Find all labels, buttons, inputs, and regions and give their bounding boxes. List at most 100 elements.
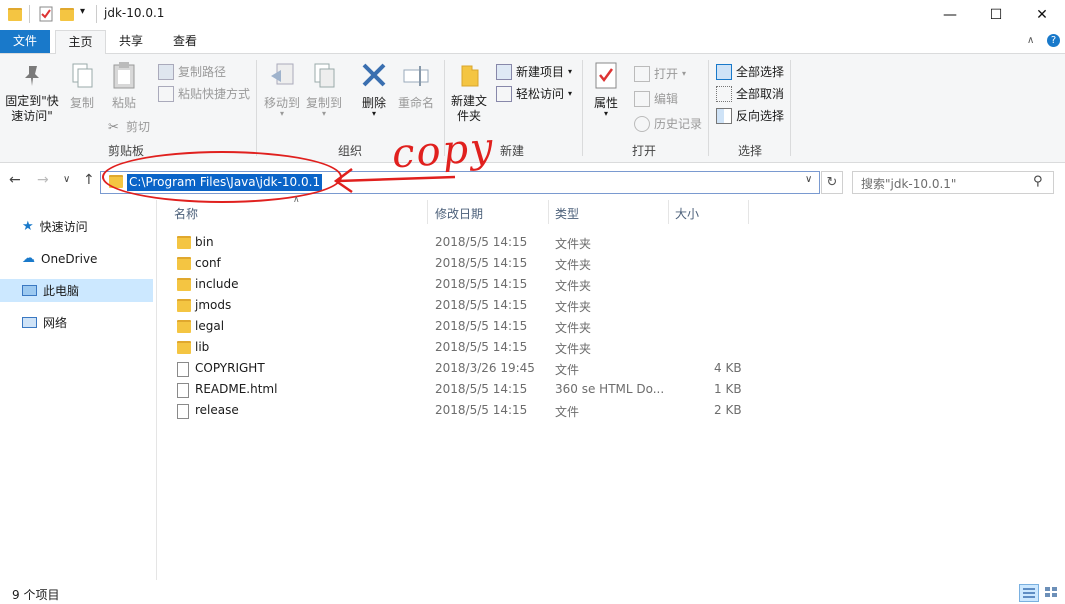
large-icons-view-icon[interactable] [1042, 584, 1060, 600]
table-row[interactable]: COPYRIGHT 2018/3/26 19:45 文件 4 KB [168, 358, 748, 379]
column-type-header[interactable]: 类型 [555, 205, 579, 222]
refresh-icon[interactable]: ↻ [821, 171, 843, 194]
edit-button[interactable]: 编辑 [634, 90, 678, 107]
cut-button[interactable]: ✂ 剪切 [108, 118, 150, 135]
copy-path-icon [158, 63, 174, 80]
edit-icon [634, 90, 650, 107]
column-divider[interactable] [668, 200, 669, 224]
paste-button[interactable]: 粘贴 [104, 54, 144, 111]
column-divider[interactable] [427, 200, 428, 224]
paste-shortcut-button[interactable]: 粘贴快捷方式 [158, 85, 250, 102]
rename-button[interactable]: 重命名 [396, 54, 436, 111]
properties-icon [591, 60, 621, 90]
copy-to-button[interactable]: 复制到 ▾ [304, 54, 344, 118]
ribbon-tabs: 文件 主页 共享 查看 ∧ ? [0, 30, 1065, 54]
up-arrow-icon[interactable]: ↑ [83, 172, 95, 188]
nav-item-onedrive[interactable]: ☁ OneDrive [0, 247, 153, 270]
open-icon [634, 65, 650, 82]
new-item-button[interactable]: 新建项目 ▾ [496, 63, 572, 80]
help-icon[interactable]: ? [1047, 34, 1060, 47]
window-title: jdk-10.0.1 [104, 6, 165, 20]
properties-button[interactable]: 属性 ▾ [588, 54, 624, 118]
tab-view[interactable]: 查看 [162, 30, 208, 53]
list-header: 名称 修改日期 类型 大小 [168, 200, 768, 224]
copy-path-button[interactable]: 复制路径 [158, 63, 226, 80]
nav-item-quick-access[interactable]: ★ 快速访问 [0, 215, 153, 238]
copy-to-icon [309, 60, 339, 90]
copy-button[interactable]: 复制 [64, 54, 100, 111]
scissors-icon: ✂ [108, 119, 119, 135]
recent-locations-dropdown-icon[interactable]: ∨ [63, 174, 70, 185]
nav-item-network[interactable]: 网络 [0, 311, 153, 334]
easy-access-button[interactable]: 轻松访问 ▾ [496, 85, 572, 102]
divider [96, 5, 97, 23]
new-item-icon [496, 63, 512, 80]
tab-file[interactable]: 文件 [0, 30, 50, 53]
organize-group-label: 组织 [338, 144, 363, 158]
folder-icon [177, 257, 191, 270]
table-row[interactable]: bin 2018/5/5 14:15 文件夹 [168, 232, 748, 253]
copy-icon [67, 60, 97, 90]
star-icon: ★ [22, 219, 34, 234]
folder-icon [177, 278, 191, 291]
pin-quick-access-button[interactable]: 固定到"快速访问" [2, 54, 62, 124]
new-folder-quick-icon[interactable] [60, 6, 76, 22]
close-button[interactable]: ✕ [1019, 0, 1065, 30]
invert-selection-button[interactable]: 反向选择 [716, 107, 784, 124]
column-size-header[interactable]: 大小 [675, 205, 699, 222]
status-item-count: 9 个项目 [12, 588, 60, 602]
quick-access-dropdown-icon[interactable]: ▾ [80, 6, 85, 17]
pin-icon [17, 60, 47, 90]
column-date-header[interactable]: 修改日期 [435, 205, 483, 222]
move-to-button[interactable]: 移动到 ▾ [262, 54, 302, 118]
annotation-ellipse [102, 151, 342, 203]
invert-selection-icon [716, 107, 732, 124]
table-row[interactable]: lib 2018/5/5 14:15 文件夹 [168, 337, 748, 358]
properties-quick-icon[interactable] [38, 6, 54, 22]
paste-icon [109, 60, 139, 90]
search-input[interactable]: 搜索"jdk-10.0.1" ⚲ [852, 171, 1054, 194]
open-group-label: 打开 [632, 144, 657, 158]
back-arrow-icon[interactable]: ← [9, 172, 21, 188]
delete-x-icon [359, 60, 389, 90]
column-divider[interactable] [748, 200, 749, 224]
folder-icon [177, 320, 191, 333]
select-none-button[interactable]: 全部取消 [716, 85, 784, 102]
minimize-button[interactable]: — [927, 0, 973, 30]
table-row[interactable]: include 2018/5/5 14:15 文件夹 [168, 274, 748, 295]
search-icon[interactable]: ⚲ [1033, 174, 1043, 189]
forward-arrow-icon[interactable]: → [37, 172, 49, 188]
history-button[interactable]: 历史记录 [634, 115, 702, 132]
paste-shortcut-icon [158, 85, 174, 102]
nav-item-this-pc[interactable]: 此电脑 [0, 279, 153, 302]
table-row[interactable]: legal 2018/5/5 14:15 文件夹 [168, 316, 748, 337]
cloud-icon: ☁ [22, 251, 35, 266]
new-group-label: 新建 [500, 144, 525, 158]
select-all-button[interactable]: 全部选择 [716, 63, 784, 80]
tab-share[interactable]: 共享 [108, 30, 154, 53]
column-name-header[interactable]: 名称 [174, 205, 198, 222]
column-divider[interactable] [548, 200, 549, 224]
table-row[interactable]: conf 2018/5/5 14:15 文件夹 [168, 253, 748, 274]
easy-access-icon [496, 85, 512, 102]
divider [256, 60, 257, 156]
maximize-button[interactable]: ☐ [973, 0, 1019, 30]
annotation-text: copy [390, 124, 497, 178]
details-view-icon[interactable] [1019, 584, 1039, 602]
new-folder-icon [454, 60, 484, 90]
delete-button[interactable]: 删除 ▾ [356, 54, 392, 118]
folder-icon [177, 341, 191, 354]
folder-icon [177, 299, 191, 312]
chevron-up-icon[interactable]: ∧ [1027, 35, 1034, 46]
divider [582, 60, 583, 156]
table-row[interactable]: jmods 2018/5/5 14:15 文件夹 [168, 295, 748, 316]
folder-icon [8, 6, 24, 22]
open-button[interactable]: 打开 ▾ [634, 65, 686, 82]
divider [29, 5, 30, 23]
chevron-down-icon[interactable]: ∨ [805, 174, 812, 185]
select-all-icon [716, 63, 732, 80]
new-folder-button[interactable]: 新建文件夹 [448, 54, 490, 124]
table-row[interactable]: release 2018/5/5 14:15 文件 2 KB [168, 400, 748, 421]
table-row[interactable]: README.html 2018/5/5 14:15 360 se HTML D… [168, 379, 748, 400]
tab-home[interactable]: 主页 [55, 30, 106, 54]
